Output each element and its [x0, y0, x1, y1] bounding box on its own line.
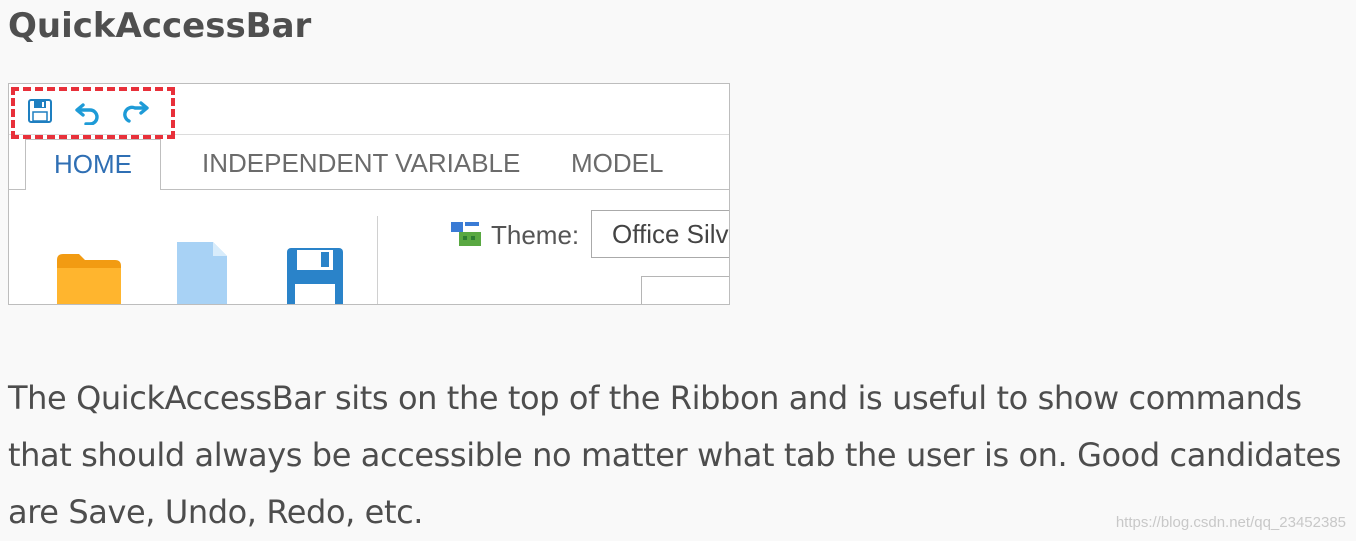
save-icon	[28, 99, 52, 123]
group-separator	[377, 216, 378, 304]
tab-independent-variable[interactable]: INDEPENDENT VARIABLE	[202, 148, 520, 179]
tab-model[interactable]: MODEL	[571, 148, 663, 179]
tab-home[interactable]: HOME	[25, 139, 161, 190]
file-icon[interactable]	[175, 240, 229, 305]
secondary-dropdown[interactable]	[641, 276, 729, 304]
watermark: https://blog.csdn.net/qq_23452385	[1115, 514, 1346, 531]
ribbon-screenshot: HOME INDEPENDENT VARIABLE MODEL Theme: O…	[8, 83, 730, 305]
ribbon-body: Theme: Office Silver	[9, 190, 729, 304]
quick-save-button[interactable]	[25, 96, 55, 126]
floppy-disk-icon[interactable]	[285, 246, 345, 305]
theme-label: Theme:	[491, 220, 580, 250]
theme-icon	[451, 222, 481, 246]
section-heading: QuickAccessBar	[8, 6, 312, 46]
quick-redo-button[interactable]	[121, 96, 151, 126]
ribbon-tabs: HOME INDEPENDENT VARIABLE MODEL	[9, 134, 729, 190]
folder-icon[interactable]	[55, 250, 123, 305]
quick-access-bar	[9, 84, 729, 135]
undo-icon	[75, 103, 99, 125]
redo-icon	[123, 101, 149, 123]
quick-undo-button[interactable]	[73, 96, 103, 126]
page: QuickAccessBar HOME INDEPENDENT VARIABLE…	[0, 0, 1356, 541]
theme-dropdown[interactable]: Office Silver	[591, 210, 729, 258]
